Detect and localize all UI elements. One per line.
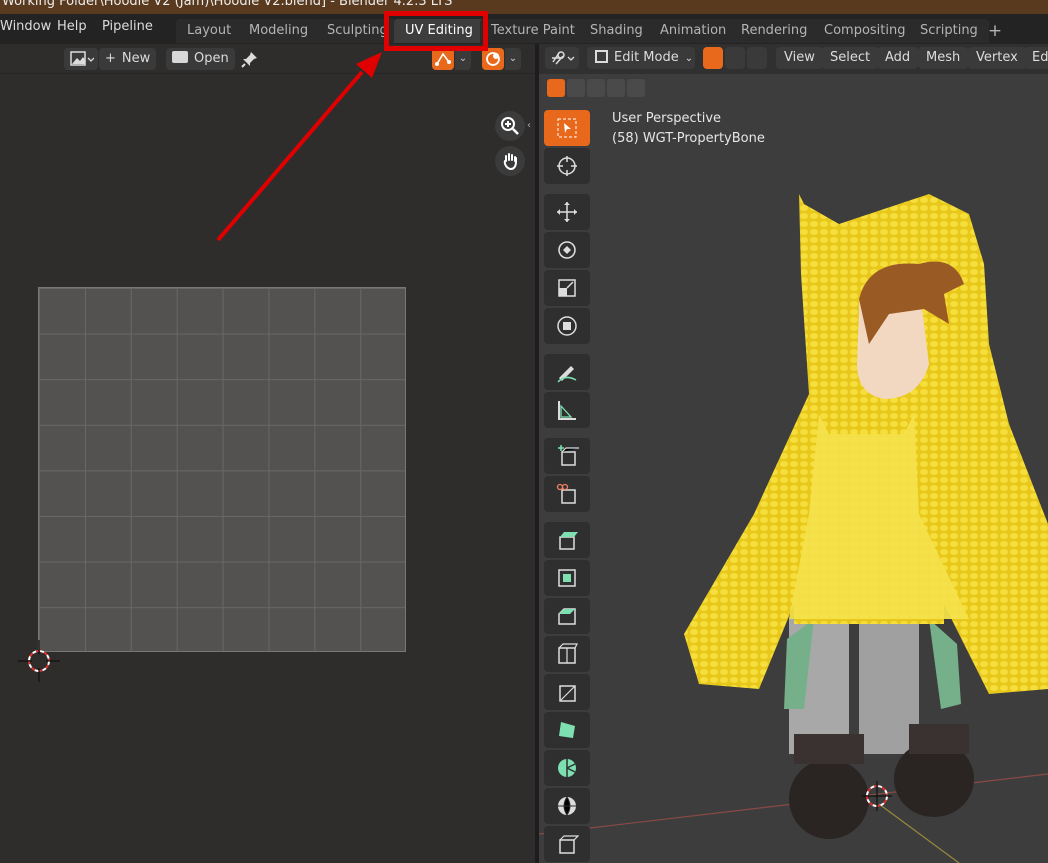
annotation-arrow-icon: [216, 52, 382, 242]
